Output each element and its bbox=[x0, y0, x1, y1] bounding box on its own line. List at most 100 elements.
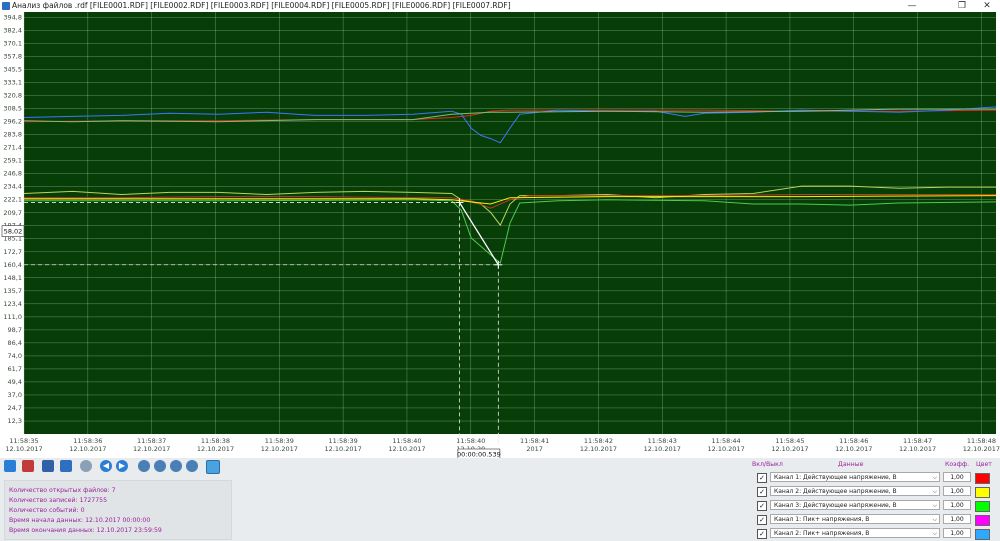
x-tick-time: 11:58:35 bbox=[9, 437, 38, 445]
y-tick-label: 148,1 bbox=[3, 274, 22, 282]
header-data: Данные bbox=[838, 461, 864, 468]
y-tick-label: 37,0 bbox=[8, 391, 22, 399]
channel-select-label: Канал 2: Действующее напряжение, В bbox=[774, 488, 897, 495]
y-tick-label: 234,4 bbox=[3, 183, 22, 191]
chevron-down-icon: ⌵ bbox=[932, 474, 937, 481]
y-tick-label: 98,7 bbox=[8, 326, 22, 334]
x-tick-time: 11:58:41 bbox=[520, 437, 549, 445]
channel-checkbox[interactable]: ✓ bbox=[757, 487, 767, 497]
chevron-down-icon: ⌵ bbox=[932, 516, 937, 523]
open-file-icon[interactable] bbox=[4, 460, 16, 472]
y-tick-label: 394,8 bbox=[3, 13, 22, 21]
channel-coef-input[interactable]: 1,00 bbox=[943, 472, 971, 482]
y-tick-label: 345,5 bbox=[3, 65, 22, 73]
zoom-out-icon[interactable] bbox=[154, 460, 166, 472]
channel-color-swatch[interactable] bbox=[975, 529, 990, 540]
channel-checkbox[interactable]: ✓ bbox=[757, 515, 767, 525]
x-tick-date: 12.10.2017 bbox=[771, 445, 808, 453]
x-tick-time: 11:58:39 bbox=[329, 437, 358, 445]
channel-select[interactable]: Канал 2: Пик+ напряжения, В ⌵ bbox=[770, 528, 940, 538]
settings-icon[interactable] bbox=[80, 460, 92, 472]
channel-select[interactable]: Канал 1: Действующее напряжение, В ⌵ bbox=[770, 472, 940, 482]
plot-area[interactable]: 394,8 382,4 370,1 357,8 345,5 333,1 320,8 308,5… bbox=[0, 12, 1000, 460]
delta-t-label: 00:00:00.539 bbox=[457, 451, 501, 459]
measure-icon[interactable] bbox=[206, 460, 220, 474]
header-coef: Коэфф. bbox=[945, 461, 970, 468]
channel-checkbox[interactable]: ✓ bbox=[757, 473, 767, 483]
minimize-button[interactable]: — bbox=[900, 0, 924, 12]
delta-y-label: 58,02 bbox=[4, 228, 23, 236]
x-tick-date: 12.10.2017 bbox=[899, 445, 936, 453]
header-onoff: Вкл/Выкл bbox=[752, 461, 783, 468]
data-end-time: Время окончания данных: 12.10.2017 23:59… bbox=[9, 527, 162, 534]
channel-select[interactable]: Канал 1: Пик+ напряжения, В ⌵ bbox=[770, 514, 940, 524]
channel-color-swatch[interactable] bbox=[975, 515, 990, 526]
x-tick-time: 11:58:39 bbox=[265, 437, 294, 445]
y-tick-label: 172,7 bbox=[3, 248, 22, 256]
arrow-left-icon[interactable]: ◀ bbox=[100, 460, 112, 472]
x-tick-date: 12.10.2017 bbox=[197, 445, 234, 453]
x-tick-date: 2017 bbox=[526, 445, 543, 453]
channel-color-swatch[interactable] bbox=[975, 487, 990, 498]
channel-color-swatch[interactable] bbox=[975, 473, 990, 484]
channel-coef-input[interactable]: 1,00 bbox=[943, 528, 971, 538]
zoom-y-icon[interactable] bbox=[186, 460, 198, 472]
zoom-x-icon[interactable] bbox=[170, 460, 182, 472]
x-tick-date: 12.10.2017 bbox=[707, 445, 744, 453]
y-tick-label: 296,2 bbox=[3, 118, 22, 126]
line-chart[interactable]: 394,8 382,4 370,1 357,8 345,5 333,1 320,8 308,5… bbox=[0, 12, 1000, 460]
channel-checkbox[interactable]: ✓ bbox=[757, 529, 767, 539]
x-tick-time: 11:58:36 bbox=[73, 437, 102, 445]
y-tick-label: 74,0 bbox=[8, 352, 22, 360]
chevron-down-icon: ⌵ bbox=[932, 488, 937, 495]
channel-select-label: Канал 3: Действующее напряжение, В bbox=[774, 502, 897, 509]
x-tick-date: 12.10.2017 bbox=[133, 445, 170, 453]
channel-select[interactable]: Канал 2: Действующее напряжение, В ⌵ bbox=[770, 486, 940, 496]
x-tick-date: 12.10.2017 bbox=[388, 445, 425, 453]
window-title: Анализ файлов .rdf [FILE0001.RDF] [FILE0… bbox=[12, 1, 511, 10]
y-tick-label: 111,0 bbox=[3, 313, 22, 321]
chevron-down-icon: ⌵ bbox=[932, 502, 937, 509]
x-tick-date: 12.10.2017 bbox=[963, 445, 1000, 453]
y-tick-label: 160,4 bbox=[3, 261, 22, 269]
channel-coef-input[interactable]: 1,00 bbox=[943, 514, 971, 524]
channel-row: ✓ Канал 1: Действующее напряжение, В ⌵ 1,… bbox=[755, 472, 995, 484]
delete-icon[interactable] bbox=[22, 460, 34, 472]
channel-checkbox[interactable]: ✓ bbox=[757, 501, 767, 511]
channel-coef-input[interactable]: 1,00 bbox=[943, 486, 971, 496]
y-tick-label: 308,5 bbox=[3, 105, 22, 113]
x-tick-time: 11:58:38 bbox=[201, 437, 230, 445]
x-tick-time: 11:58:45 bbox=[775, 437, 804, 445]
x-tick-date: 12.10.2017 bbox=[644, 445, 681, 453]
channel-row: ✓ Канал 1: Пик+ напряжения, В ⌵ 1,00 bbox=[755, 514, 995, 526]
zoom-in-icon[interactable] bbox=[138, 460, 150, 472]
bottom-panel: ◀ ▶ Количество открытых файлов: 7 Количе… bbox=[0, 458, 1000, 541]
channel-select[interactable]: Канал 3: Действующее напряжение, В ⌵ bbox=[770, 500, 940, 510]
header-color: Цвет bbox=[976, 461, 992, 468]
y-tick-label: 246,8 bbox=[3, 170, 22, 178]
x-tick-time: 11:58:47 bbox=[903, 437, 932, 445]
maximize-button[interactable]: ❐ bbox=[950, 0, 974, 12]
arrow-right-icon[interactable]: ▶ bbox=[116, 460, 128, 472]
print-icon[interactable] bbox=[42, 460, 54, 472]
channel-row: ✓ Канал 3: Действующее напряжение, В ⌵ 1,… bbox=[755, 500, 995, 512]
records-count: Количество записей: 1727755 bbox=[9, 497, 108, 504]
y-tick-label: 49,4 bbox=[8, 378, 22, 386]
x-tick-time: 11:58:46 bbox=[839, 437, 868, 445]
y-tick-label: 370,1 bbox=[3, 40, 22, 48]
y-tick-label: 86,4 bbox=[8, 339, 22, 347]
channel-color-swatch[interactable] bbox=[975, 501, 990, 512]
x-tick-time: 11:58:40 bbox=[456, 437, 485, 445]
save-image-icon[interactable] bbox=[60, 460, 72, 472]
x-tick-time: 11:58:43 bbox=[648, 437, 677, 445]
x-tick-time: 11:58:40 bbox=[392, 437, 421, 445]
title-bar: Анализ файлов .rdf [FILE0001.RDF] [FILE0… bbox=[0, 0, 1000, 12]
channel-select-label: Канал 1: Действующее напряжение, В bbox=[774, 474, 897, 481]
y-tick-label: 123,4 bbox=[3, 300, 22, 308]
open-files-count: Количество открытых файлов: 7 bbox=[9, 487, 116, 494]
channel-coef-input[interactable]: 1,00 bbox=[943, 500, 971, 510]
y-tick-label: 61,7 bbox=[8, 365, 22, 373]
close-button[interactable]: ✕ bbox=[975, 0, 999, 12]
x-tick-date: 12.10.2017 bbox=[835, 445, 872, 453]
y-tick-label: 12,3 bbox=[8, 417, 22, 425]
